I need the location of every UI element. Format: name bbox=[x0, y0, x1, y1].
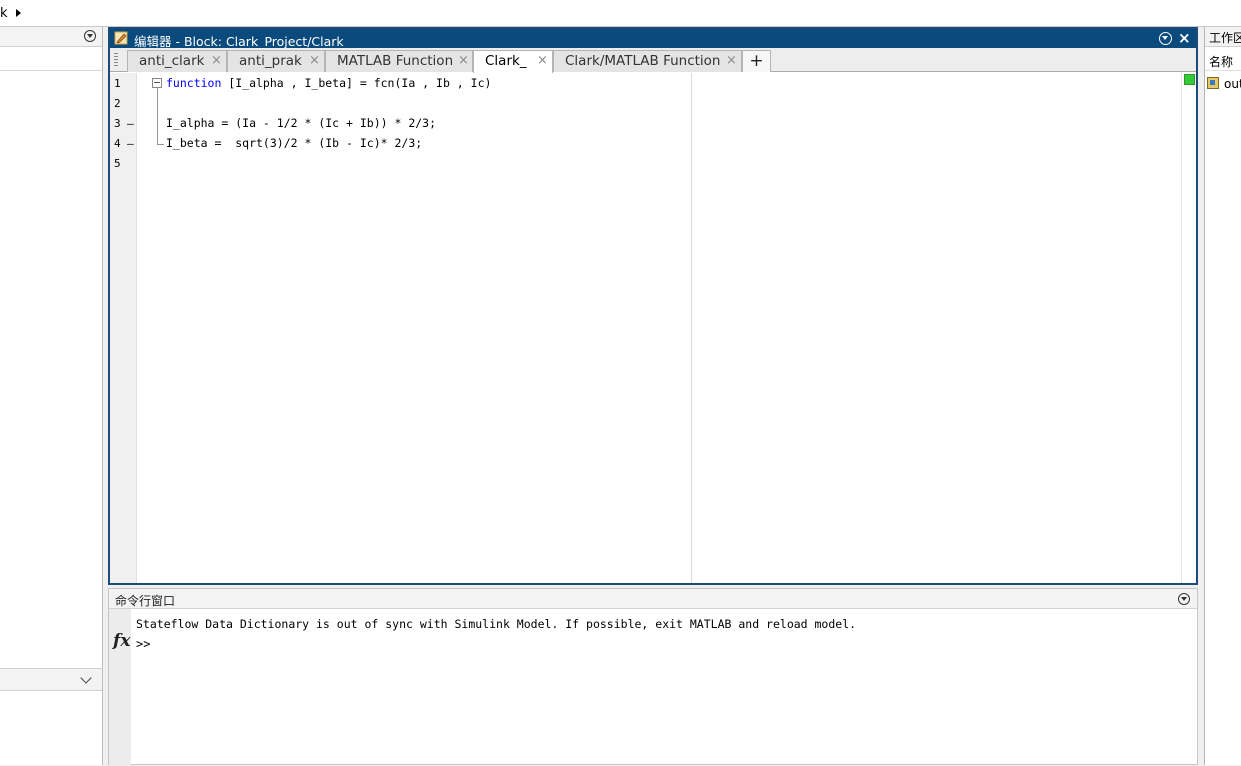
workspace-title: 工作区 bbox=[1209, 31, 1241, 45]
panel-menu-icon[interactable] bbox=[84, 30, 96, 42]
tab-clark-matlab-function[interactable]: Clark/MATLAB Function × bbox=[553, 50, 742, 72]
code-line-1[interactable]: function [I_alpha , I_beta] = fcn(Ia , I… bbox=[166, 76, 491, 90]
vertical-scrollbar[interactable] bbox=[1181, 73, 1196, 583]
editor-window: 编辑器 - Block: Clark_Project/Clark_ × anti… bbox=[108, 27, 1198, 585]
editor-menu-icon[interactable] bbox=[1159, 32, 1172, 45]
tab-clark[interactable]: Clark_ × bbox=[473, 50, 553, 73]
workspace-variable-row[interactable]: out bbox=[1205, 75, 1241, 93]
tab-anti-clark[interactable]: anti_clark × bbox=[127, 50, 227, 72]
breakpoint-marker[interactable]: – bbox=[127, 117, 134, 130]
line-number: 1 bbox=[114, 77, 121, 90]
chevron-down-icon[interactable] bbox=[80, 672, 92, 684]
line-number: 3 bbox=[114, 117, 121, 130]
fold-toggle-icon[interactable] bbox=[152, 78, 162, 88]
add-tab-button[interactable]: + bbox=[742, 50, 771, 72]
fold-guide-end bbox=[157, 144, 164, 145]
tab-close-icon[interactable]: × bbox=[458, 53, 469, 68]
line-number-gutter[interactable]: 1 2 3 – 4 – 5 bbox=[110, 73, 137, 583]
current-folder-panel bbox=[0, 27, 103, 765]
line-number: 2 bbox=[114, 97, 121, 110]
column-name-label: 名称 bbox=[1209, 55, 1234, 69]
tab-anti-prak[interactable]: anti_prak × bbox=[227, 50, 325, 72]
tab-close-icon[interactable]: × bbox=[726, 53, 737, 68]
breadcrumb-arrow-icon[interactable] bbox=[16, 9, 21, 17]
line-number: 4 bbox=[114, 137, 121, 150]
tab-close-icon[interactable]: × bbox=[537, 53, 548, 68]
panel-header bbox=[0, 27, 102, 47]
address-bar[interactable]: k bbox=[0, 0, 1241, 27]
fold-guide bbox=[157, 88, 158, 144]
tab-label: Clark/MATLAB Function bbox=[565, 53, 721, 69]
code-analyzer-ok-icon[interactable] bbox=[1184, 74, 1195, 85]
tab-strip-grip-icon[interactable] bbox=[114, 53, 118, 68]
command-window-title: 命令行窗口 bbox=[115, 594, 176, 608]
code-text: [I_alpha , I_beta] = fcn(Ia , Ib , Ic) bbox=[221, 76, 492, 90]
command-output-message: Stateflow Data Dictionary is out of sync… bbox=[136, 617, 857, 631]
panel-row[interactable] bbox=[0, 47, 102, 71]
right-margin-guide bbox=[691, 73, 692, 583]
tab-close-icon[interactable]: × bbox=[309, 53, 320, 68]
workspace-column-header[interactable]: 名称 bbox=[1205, 49, 1241, 71]
code-line-3[interactable]: I_alpha = (Ia - 1/2 * (Ic + Ib)) * 2/3; bbox=[166, 116, 436, 130]
editor-pencil-icon bbox=[114, 31, 128, 45]
tab-label: MATLAB Function bbox=[337, 53, 454, 69]
tab-close-icon[interactable]: × bbox=[211, 53, 222, 68]
command-window-menu-icon[interactable] bbox=[1178, 593, 1190, 605]
editor-title-bar[interactable]: 编辑器 - Block: Clark_Project/Clark_ × bbox=[110, 29, 1196, 49]
command-prompt[interactable]: >> bbox=[136, 637, 150, 651]
workspace-panel: 工作区 名称 out bbox=[1204, 27, 1241, 765]
details-header[interactable] bbox=[0, 668, 102, 691]
keyword-function: function bbox=[166, 76, 222, 90]
variable-struct-icon bbox=[1207, 77, 1219, 89]
breadcrumb[interactable]: k bbox=[0, 6, 8, 21]
editor-tab-strip: anti_clark × anti_prak × MATLAB Function… bbox=[110, 48, 1196, 73]
function-browser-icon[interactable]: fx bbox=[113, 631, 130, 651]
command-window-header[interactable]: 命令行窗口 bbox=[109, 589, 1197, 609]
tab-matlab-function[interactable]: MATLAB Function × bbox=[325, 50, 473, 72]
editor-close-button[interactable]: × bbox=[1178, 29, 1191, 47]
tab-label: anti_prak bbox=[239, 53, 302, 69]
tab-label: anti_clark bbox=[139, 53, 205, 69]
command-window[interactable]: 命令行窗口 fx Stateflow Data Dictionary is ou… bbox=[108, 588, 1198, 766]
workspace-header[interactable]: 工作区 bbox=[1205, 27, 1241, 47]
breakpoint-marker[interactable]: – bbox=[127, 137, 134, 150]
code-editor[interactable]: 1 2 3 – 4 – 5 function [I_alpha , I_beta… bbox=[110, 73, 1196, 583]
line-number: 5 bbox=[114, 157, 121, 170]
code-line-4[interactable]: I_beta = sqrt(3)/2 * (Ib - Ic)* 2/3; bbox=[166, 136, 422, 150]
variable-name: out bbox=[1224, 77, 1241, 91]
tab-label: Clark_ bbox=[485, 53, 527, 69]
